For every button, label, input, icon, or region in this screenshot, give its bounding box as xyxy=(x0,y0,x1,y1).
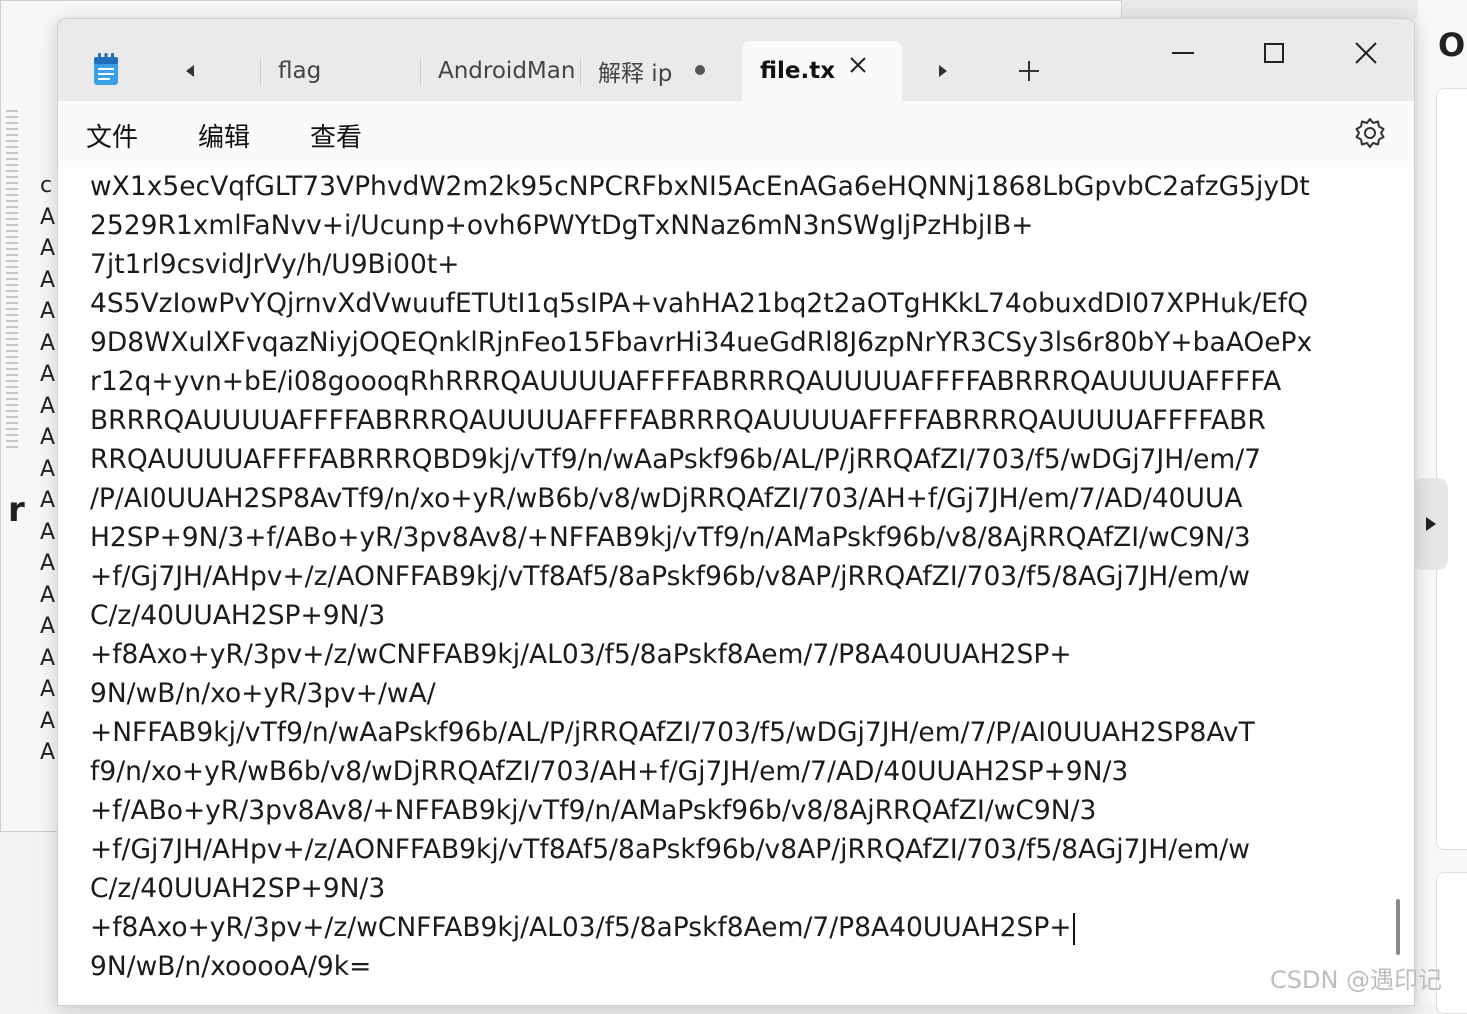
minimize-button[interactable] xyxy=(1153,33,1213,73)
tab-androidmanifest[interactable]: AndroidMan xyxy=(420,41,580,101)
background-letter: r xyxy=(8,490,25,530)
menu-edit[interactable]: 编辑 xyxy=(194,117,254,154)
notepad-app-icon xyxy=(94,53,118,85)
editor-line: f9/n/xo+yR/wB6b/v8/wDjRRQAfZI/703/AH+f/G… xyxy=(90,756,1129,787)
editor-text[interactable]: wX1x5ecVqfGLT73VPhvdW2m2k95cNPCRFbxNI5Ac… xyxy=(90,167,1390,986)
editor-line: 4S5VzIowPvYQjrnvXdVwuufETUtI1q5sIPA+vahH… xyxy=(90,288,1309,319)
editor-line: r12q+yvn+bE/i08goooqRhRRRQAUUUUAFFFFABRR… xyxy=(90,366,1282,397)
settings-gear-icon[interactable] xyxy=(1354,117,1386,149)
watermark: CSDN @遇印记 xyxy=(1270,966,1443,994)
close-tab-button[interactable] xyxy=(848,55,868,81)
editor-line: 2529R1xmlFaNvv+i/Ucunp+ovh6PWYtDgTxNNaz6… xyxy=(90,210,1034,241)
new-tab-button[interactable] xyxy=(1014,57,1044,85)
menu-file[interactable]: 文件 xyxy=(82,117,142,154)
caret-left-icon xyxy=(186,65,194,77)
editor-line: 7jt1rl9csvidJrVy/h/U9Bi00t+ xyxy=(90,249,460,280)
editor-line-text: +f8Axo+yR/3pv+/z/wCNFFAB9kj/AL03/f5/8aPs… xyxy=(90,912,1072,943)
close-window-button[interactable] xyxy=(1336,33,1396,73)
editor-line: +f/Gj7JH/AHpv+/z/AONFFAB9kj/vTf8Af5/8aPs… xyxy=(90,834,1250,865)
scroll-tabs-left-button[interactable] xyxy=(175,57,205,85)
editor-line-with-caret: +f8Axo+yR/3pv+/z/wCNFFAB9kj/AL03/f5/8aPs… xyxy=(90,908,1390,947)
notepad-window: flag AndroidMan 解释 ip file.tx 文件 编辑 查看 w… xyxy=(57,18,1415,1006)
maximize-button[interactable] xyxy=(1244,33,1304,73)
background-right-panel xyxy=(1436,88,1467,850)
editor-line: 9N/wB/n/xo+yR/3pv+/wA/ xyxy=(90,678,436,709)
scroll-tabs-right-button[interactable] xyxy=(928,57,958,85)
background-text-strip xyxy=(6,110,18,450)
expand-arrow-button[interactable] xyxy=(1414,478,1448,570)
editor-line: BRRRQAUUUUAFFFFABRRRQAUUUUAFFFFABRRRQAUU… xyxy=(90,405,1266,436)
editor-line: +f/ABo+yR/3pv8Av8/+NFFAB9kj/vTf9/n/AMaPs… xyxy=(90,795,1097,826)
tab-label: file.tx xyxy=(760,58,836,84)
editor-line: wX1x5ecVqfGLT73VPhvdW2m2k95cNPCRFbxNI5Ac… xyxy=(90,171,1310,202)
editor-line: RRQAUUUUAFFFFABRRRQBD9kj/vTf9/n/wAaPskf9… xyxy=(90,444,1261,475)
tab-label: AndroidMan xyxy=(438,58,576,84)
tab-label: flag xyxy=(278,58,322,84)
tab-flag[interactable]: flag xyxy=(260,41,420,101)
close-icon xyxy=(850,57,866,73)
play-arrow-icon xyxy=(1426,517,1436,531)
maximize-icon xyxy=(1264,43,1284,63)
editor-line: 9D8WXulXFvqazNiyjOQEQnklRjnFeo15FbavrHi3… xyxy=(90,327,1313,358)
tab-explain-ip[interactable]: 解释 ip xyxy=(580,41,680,101)
editor-line: 9N/wB/n/xooooA/9k= xyxy=(90,951,372,982)
titlebar: flag AndroidMan 解释 ip file.tx xyxy=(58,19,1414,101)
caret-right-icon xyxy=(939,65,947,77)
close-icon xyxy=(1355,42,1377,64)
text-editor-area[interactable]: wX1x5ecVqfGLT73VPhvdW2m2k95cNPCRFbxNI5Ac… xyxy=(58,167,1414,1005)
unsaved-indicator-icon xyxy=(695,65,705,75)
tab-label: 解释 ip xyxy=(598,61,673,87)
plus-icon xyxy=(1019,61,1039,81)
editor-line: C/z/40UUAH2SP+9N/3 xyxy=(90,600,386,631)
vertical-scrollbar-thumb[interactable] xyxy=(1396,899,1400,955)
editor-line: +f/Gj7JH/AHpv+/z/AONFFAB9kj/vTf8Af5/8aPs… xyxy=(90,561,1250,592)
editor-line: /P/AI0UUAH2SP8AvTf9/n/xo+yR/wB6b/v8/wDjR… xyxy=(90,483,1243,514)
menu-bar: 文件 编辑 查看 xyxy=(58,101,1414,168)
background-right-letter: O xyxy=(1438,26,1466,64)
menu-view[interactable]: 查看 xyxy=(306,117,366,154)
editor-line: +f8Axo+yR/3pv+/z/wCNFFAB9kj/AL03/f5/8aPs… xyxy=(90,639,1072,670)
editor-line: C/z/40UUAH2SP+9N/3 xyxy=(90,873,386,904)
tab-file-txt[interactable]: file.tx xyxy=(742,41,902,101)
text-caret xyxy=(1072,912,1075,945)
editor-line: +NFFAB9kj/vTf9/n/wAaPskf96b/AL/P/jRRQAfZ… xyxy=(90,717,1255,748)
editor-line: H2SP+9N/3+f/ABo+yR/3pv8Av8/+NFFAB9kj/vTf… xyxy=(90,522,1251,553)
minimize-icon xyxy=(1172,52,1194,54)
